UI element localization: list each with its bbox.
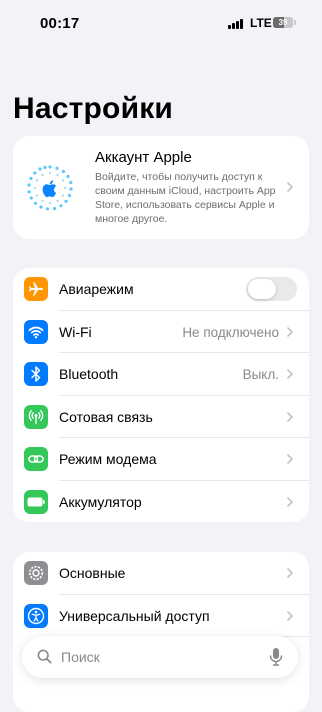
search-bar[interactable]: Поиск bbox=[22, 636, 298, 678]
search-input[interactable]: Поиск bbox=[61, 649, 100, 665]
microphone-icon[interactable] bbox=[269, 647, 283, 667]
gear-icon bbox=[24, 561, 48, 585]
chevron-right-icon bbox=[287, 326, 293, 337]
apple-account-icon bbox=[27, 165, 73, 211]
status-time: 00:17 bbox=[40, 15, 80, 32]
antenna-icon bbox=[24, 404, 48, 429]
page-title: Настройки bbox=[13, 92, 174, 125]
wifi-icon bbox=[24, 319, 48, 344]
chevron-right-icon bbox=[287, 496, 293, 507]
settings-row-label: Режим модема bbox=[59, 451, 157, 467]
bluetooth-status-value: Выкл. bbox=[242, 367, 279, 382]
connectivity-settings-group: Авиарежим Wi-Fi Не подключено Bluetooth … bbox=[13, 268, 309, 522]
settings-row-label: Bluetooth bbox=[59, 366, 119, 382]
chain-link-icon bbox=[24, 447, 48, 471]
battery-icon bbox=[24, 489, 48, 514]
battery-percent: 39 bbox=[278, 18, 288, 27]
chevron-right-icon bbox=[287, 610, 293, 621]
settings-row-general[interactable]: Основные bbox=[13, 552, 309, 595]
accessibility-icon bbox=[24, 603, 48, 628]
status-bar: 00:17 LTE 39 bbox=[0, 0, 322, 46]
settings-row-personal-hotspot[interactable]: Режим модема bbox=[13, 438, 309, 481]
wifi-status-value: Не подключено bbox=[182, 324, 279, 340]
chevron-right-icon bbox=[287, 182, 293, 192]
account-title: Аккаунт Apple bbox=[95, 149, 192, 166]
settings-row-cellular[interactable]: Сотовая связь bbox=[13, 396, 309, 438]
network-type: LTE bbox=[250, 16, 272, 30]
chevron-right-icon bbox=[287, 411, 293, 422]
settings-row-label: Основные bbox=[59, 565, 126, 581]
chevron-right-icon bbox=[287, 568, 293, 578]
settings-row-bluetooth[interactable]: Bluetooth Выкл. bbox=[13, 353, 309, 396]
battery-status-icon: 39 bbox=[273, 17, 293, 28]
settings-row-label: Сотовая связь bbox=[59, 408, 153, 425]
settings-row-airplane-mode[interactable]: Авиарежим bbox=[13, 268, 309, 311]
settings-row-label: Авиарежим bbox=[59, 281, 134, 297]
chevron-right-icon bbox=[287, 369, 293, 379]
settings-row-label: Аккумулятор bbox=[59, 493, 142, 510]
bluetooth-icon bbox=[24, 362, 48, 386]
settings-row-battery[interactable]: Аккумулятор bbox=[13, 481, 309, 523]
search-icon bbox=[37, 649, 52, 664]
chevron-right-icon bbox=[287, 454, 293, 464]
airplane-icon bbox=[24, 277, 48, 301]
settings-row-label: Универсальный доступ bbox=[59, 607, 210, 624]
general-settings-group: Основные Универсальный доступ bbox=[13, 552, 309, 712]
settings-row-wifi[interactable]: Wi-Fi Не подключено bbox=[13, 311, 309, 353]
settings-row-accessibility[interactable]: Универсальный доступ bbox=[13, 595, 309, 637]
signal-strength-icon bbox=[228, 19, 244, 29]
settings-row-label: Wi-Fi bbox=[59, 323, 92, 340]
apple-account-row[interactable]: Аккаунт Apple Войдите, чтобы получить до… bbox=[13, 136, 309, 239]
account-description: Войдите, чтобы получить доступ к своим д… bbox=[95, 171, 276, 225]
airplane-mode-toggle[interactable] bbox=[246, 277, 297, 301]
